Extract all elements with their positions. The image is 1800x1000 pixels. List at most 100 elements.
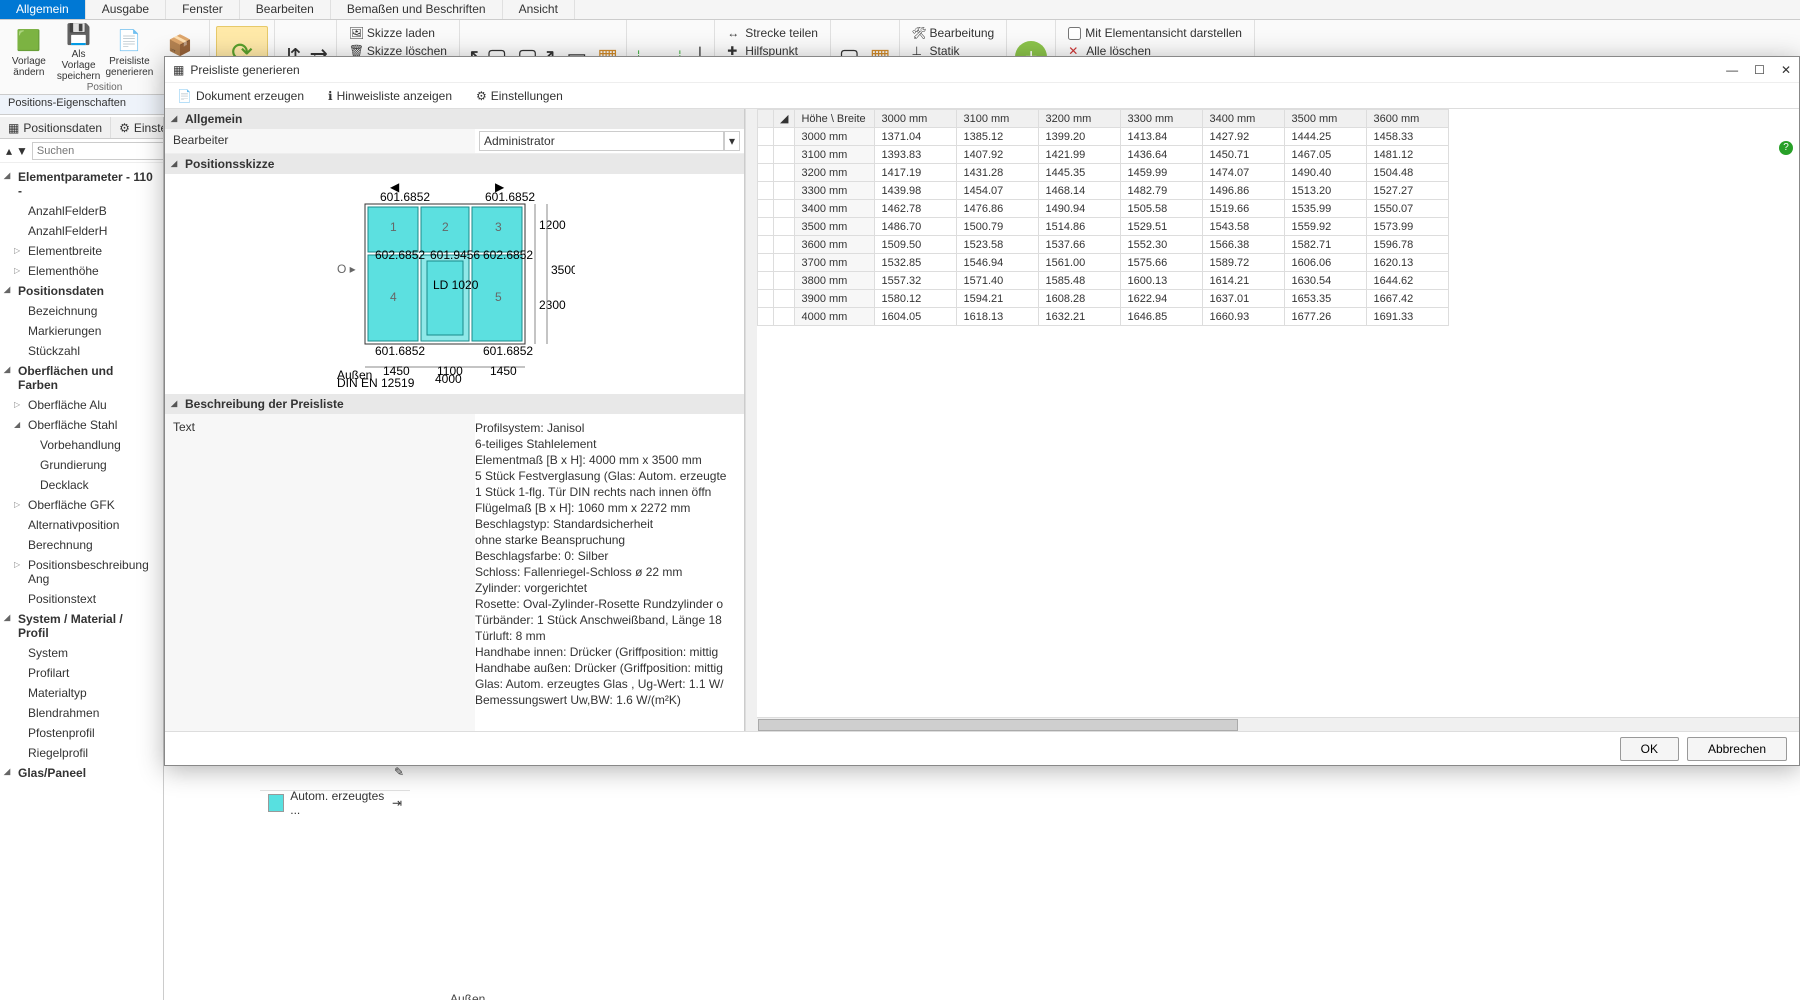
section-allgemein[interactable]: Allgemein (165, 109, 744, 129)
grid-icon: ▦ (8, 121, 19, 135)
tab-fenster[interactable]: Fenster (166, 0, 240, 19)
tree-decklack[interactable]: Decklack (0, 475, 163, 495)
filter-icon[interactable]: ▼ (16, 144, 28, 158)
tree-elementhoehe[interactable]: Elementhöhe (0, 261, 163, 281)
tree-elementparameter[interactable]: Elementparameter - 110 - (0, 167, 163, 201)
grid-h-scrollbar[interactable] (757, 717, 1799, 731)
tree-bezeichnung[interactable]: Bezeichnung (0, 301, 163, 321)
left-pane: Allgemein Bearbeiter Administrator▾ Posi… (165, 109, 745, 731)
tree-oberflaeche-alu[interactable]: Oberfläche Alu (0, 395, 163, 415)
tab-bearbeiten[interactable]: Bearbeiten (240, 0, 331, 19)
tree-oberflaeche-stahl[interactable]: Oberfläche Stahl (0, 415, 163, 435)
tree-alternativposition[interactable]: Alternativposition (0, 515, 163, 535)
doc-icon: 📄 (177, 89, 192, 103)
cancel-button[interactable]: Abbrechen (1687, 737, 1787, 761)
bearbeiter-label: Bearbeiter (165, 129, 475, 153)
tab-bemassen[interactable]: Bemaßen und Beschriften (331, 0, 503, 19)
tree-profilart[interactable]: Profilart (0, 663, 163, 683)
svg-text:601.6852: 601.6852 (380, 190, 430, 204)
chevron-down-icon[interactable]: ▾ (724, 131, 740, 151)
grid-green-icon: 🟩 (15, 26, 43, 54)
tree-system[interactable]: System (0, 643, 163, 663)
svg-text:3: 3 (495, 220, 502, 234)
save-template-icon: 💾 (65, 22, 93, 47)
ok-button[interactable]: OK (1620, 737, 1679, 761)
tree-berechnung[interactable]: Berechnung (0, 535, 163, 555)
list-price-icon: 📄 (115, 26, 143, 54)
vorlage-aendern-button[interactable]: 🟩 Vorlage ändern (6, 22, 52, 82)
tree-oberflaeche-gfk[interactable]: Oberfläche GFK (0, 495, 163, 515)
tab-ausgabe[interactable]: Ausgabe (86, 0, 166, 19)
svg-text:4: 4 (390, 290, 397, 304)
expand-icon[interactable]: ⇥ (392, 796, 402, 810)
tree-riegelprofil[interactable]: Riegelprofil (0, 743, 163, 763)
price-grid[interactable]: ◢Höhe \ Breite3000 mm3100 mm3200 mm3300 … (757, 109, 1449, 326)
tree-anzahl-h[interactable]: AnzahlFelderH (0, 221, 163, 241)
section-positionsskizze[interactable]: Positionsskizze (165, 154, 744, 174)
strecke-teilen-button[interactable]: ↔Strecke teilen (723, 24, 822, 42)
svg-text:DIN EN 12519: DIN EN 12519 (337, 376, 415, 389)
maximize-icon[interactable]: ☐ (1754, 63, 1765, 77)
tree-positionsdaten[interactable]: Positionsdaten (0, 281, 163, 301)
tree-positionstext[interactable]: Positionstext (0, 589, 163, 609)
section-beschreibung[interactable]: Beschreibung der Preisliste (165, 394, 744, 414)
tree-pfostenprofil[interactable]: Pfostenprofil (0, 723, 163, 743)
left-scrollbar[interactable] (745, 109, 757, 731)
dokument-erzeugen-button[interactable]: 📄Dokument erzeugen (173, 87, 308, 105)
als-vorlage-speichern-button[interactable]: 💾 Als Vorlage speichern (56, 22, 102, 82)
svg-text:5: 5 (495, 290, 502, 304)
svg-text:601.9456: 601.9456 (430, 248, 480, 262)
tree-vorbehandlung[interactable]: Vorbehandlung (0, 435, 163, 455)
elementansicht-checkbox[interactable] (1068, 27, 1081, 40)
preisliste-dialog: ▦ Preisliste generieren — ☐ ✕ 📄Dokument … (164, 56, 1800, 766)
elementansicht-toggle[interactable]: Mit Elementansicht darstellen (1064, 24, 1246, 42)
svg-text:601.6852: 601.6852 (483, 344, 533, 358)
tree-stueckzahl[interactable]: Stückzahl (0, 341, 163, 361)
hinweisliste-button[interactable]: ℹHinweisliste anzeigen (324, 87, 456, 105)
tree-glas-paneel[interactable]: Glas/Paneel (0, 763, 163, 783)
side-panel: ▦Positionsdaten ⚙Einstellung ▴ ▼ Element… (0, 117, 164, 1000)
svg-text:3500: 3500 (551, 263, 575, 277)
collapse-icon[interactable]: ▴ (6, 144, 12, 158)
sketch-area: 1 2 3 4 5 601.6852 601.6852 602.6852 601… (165, 174, 744, 394)
svg-text:1200: 1200 (539, 218, 566, 232)
pencil-icon[interactable]: ✎ (394, 765, 404, 779)
split-icon: ↔ (727, 26, 741, 40)
bearbeitung-button[interactable]: 🛠Bearbeitung (908, 24, 999, 42)
tree-positionsbeschreibung[interactable]: Positionsbeschreibung Ang (0, 555, 163, 589)
tree-elementbreite[interactable]: Elementbreite (0, 241, 163, 261)
gear-icon: ⚙ (476, 89, 487, 103)
bearbeiter-combo[interactable]: Administrator (479, 131, 724, 151)
search-input[interactable] (32, 142, 164, 160)
property-tree: Elementparameter - 110 - AnzahlFelderB A… (0, 163, 163, 998)
help-icon[interactable]: ? (1779, 141, 1793, 155)
price-grid-pane: ◢Höhe \ Breite3000 mm3100 mm3200 mm3300 … (757, 109, 1799, 731)
color-swatch[interactable] (268, 794, 284, 812)
bottom-strip: ✎ Autom. erzeugtes ... ⇥ (260, 790, 410, 814)
tab-allgemein[interactable]: Allgemein (0, 0, 86, 19)
svg-text:LD 1020: LD 1020 (433, 278, 479, 292)
skizze-laden-button[interactable]: 🖼Skizze laden (345, 24, 451, 42)
tab-ansicht[interactable]: Ansicht (503, 0, 575, 19)
tree-grundierung[interactable]: Grundierung (0, 455, 163, 475)
tab-einstellung[interactable]: ⚙Einstellung (111, 117, 164, 138)
einstellungen-button[interactable]: ⚙Einstellungen (472, 87, 567, 105)
svg-text:2: 2 (442, 220, 449, 234)
tab-positionsdaten[interactable]: ▦Positionsdaten (0, 117, 111, 138)
tree-system-material[interactable]: System / Material / Profil (0, 609, 163, 643)
svg-text:1: 1 (390, 220, 397, 234)
ribbon-tabs: Allgemein Ausgabe Fenster Bearbeiten Bem… (0, 0, 1800, 20)
tools-icon: 🛠 (912, 26, 926, 40)
tree-oberflaechen[interactable]: Oberflächen und Farben (0, 361, 163, 395)
window-icon: ▦ (173, 63, 184, 77)
text-label: Text (165, 414, 475, 731)
tree-blendrahmen[interactable]: Blendrahmen (0, 703, 163, 723)
tree-materialtyp[interactable]: Materialtyp (0, 683, 163, 703)
close-icon[interactable]: ✕ (1781, 63, 1791, 77)
tree-anzahl-b[interactable]: AnzahlFelderB (0, 201, 163, 221)
position-sketch: 1 2 3 4 5 601.6852 601.6852 602.6852 601… (335, 179, 575, 389)
tree-markierungen[interactable]: Markierungen (0, 321, 163, 341)
minimize-icon[interactable]: — (1726, 63, 1738, 77)
preisliste-generieren-button[interactable]: 📄 Preisliste generieren (105, 22, 153, 82)
svg-text:602.6852: 602.6852 (483, 248, 533, 262)
